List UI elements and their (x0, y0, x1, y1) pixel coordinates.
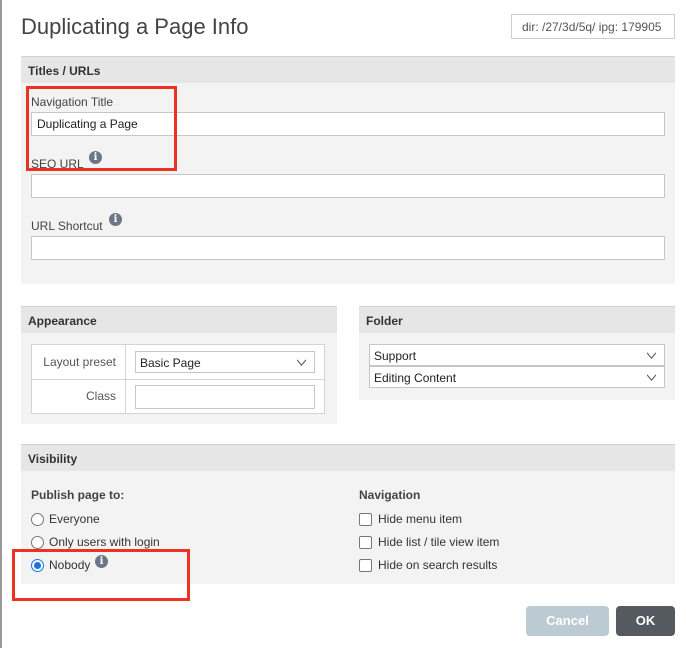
publish-option-everyone[interactable]: Everyone (31, 512, 100, 526)
appearance-panel: Appearance Layout preset Basic Page Clas… (21, 306, 337, 424)
layout-preset-value: Basic Page (140, 356, 201, 370)
folder-primary-value: Support (374, 349, 417, 363)
folder-secondary-select[interactable]: Editing Content (369, 366, 665, 388)
page-title: Duplicating a Page Info (21, 14, 249, 39)
nav-option-hide-menu[interactable]: Hide menu item (359, 512, 462, 526)
ok-button[interactable]: OK (616, 606, 675, 636)
publish-option-label: Everyone (49, 512, 100, 526)
publish-option-logged-in[interactable]: Only users with login (31, 535, 160, 549)
folder-header: Folder (359, 306, 675, 333)
window-left-border (0, 0, 2, 648)
nav-option-label: Hide menu item (378, 512, 463, 526)
url-shortcut-info-icon[interactable]: i (109, 213, 122, 226)
chevron-down-icon (647, 374, 656, 382)
folder-secondary-value: Editing Content (374, 371, 457, 385)
checkbox-hide-search[interactable] (359, 558, 372, 572)
nav-option-hide-search[interactable]: Hide on search results (359, 558, 497, 572)
nobody-option-highlight (12, 549, 190, 601)
chevron-down-icon (297, 359, 306, 367)
radio-everyone[interactable] (31, 512, 44, 526)
layout-preset-label: Layout preset (43, 355, 116, 369)
checkbox-hide-list[interactable] (359, 535, 372, 549)
titles-urls-header: Titles / URLs (21, 56, 675, 83)
layout-preset-select[interactable]: Basic Page (135, 351, 315, 373)
nav-option-label: Hide list / tile view item (378, 535, 500, 549)
navigation-section-label: Navigation (359, 488, 421, 502)
radio-logged-in[interactable] (31, 535, 44, 549)
nav-option-hide-list[interactable]: Hide list / tile view item (359, 535, 499, 549)
appearance-table: Layout preset Basic Page Class (31, 344, 325, 414)
cancel-button[interactable]: Cancel (526, 606, 609, 636)
class-label: Class (85, 389, 116, 403)
publish-page-to-label: Publish page to: (31, 488, 125, 502)
nav-option-label: Hide on search results (378, 558, 498, 572)
directory-info-badge: dir: /27/3d/5q/ ipg: 179905 (511, 14, 675, 39)
visibility-header: Visibility (21, 444, 675, 471)
folder-panel: Folder Support Editing Content (359, 306, 675, 400)
url-shortcut-input[interactable] (31, 236, 665, 260)
class-input[interactable] (135, 385, 315, 409)
appearance-header: Appearance (21, 306, 337, 333)
seo-url-input[interactable] (31, 174, 665, 198)
url-shortcut-label: URL Shortcut (31, 219, 103, 233)
checkbox-hide-menu[interactable] (359, 512, 372, 526)
appearance-table-row-divider (32, 379, 324, 380)
chevron-down-icon (647, 352, 656, 360)
folder-primary-select[interactable]: Support (369, 344, 665, 366)
navigation-title-highlight (26, 86, 177, 171)
publish-option-label: Only users with login (49, 535, 160, 549)
